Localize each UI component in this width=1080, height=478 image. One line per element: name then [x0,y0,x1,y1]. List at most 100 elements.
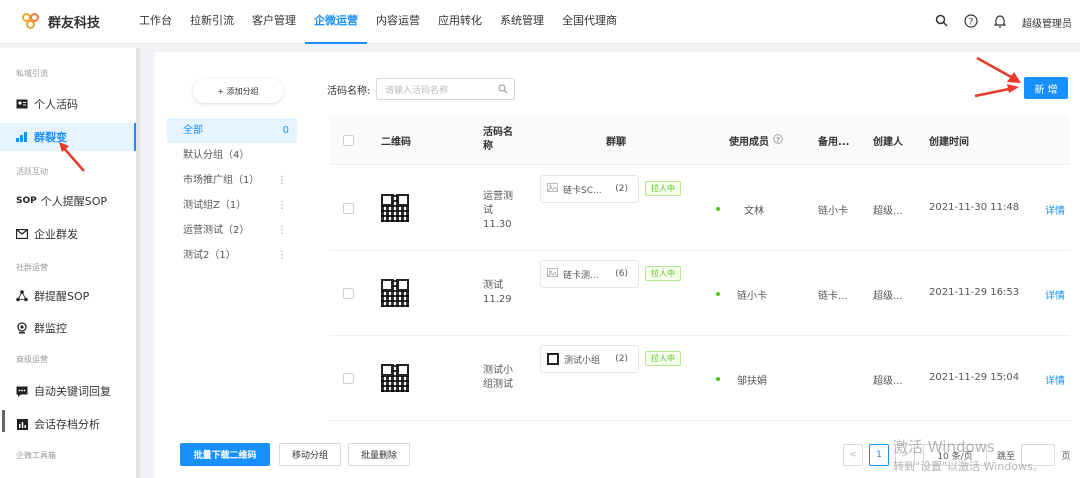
bell-icon[interactable] [993,14,1007,31]
select-all-checkbox[interactable] [343,115,354,165]
column-header-remark: 备用... [818,136,850,148]
prev-page-button[interactable]: < [843,444,863,466]
detail-link[interactable]: 详情 [1045,372,1065,387]
sidebar-section-label: 私域引流 [16,69,48,78]
more-menu-icon[interactable]: ⋮ [277,168,287,193]
nav-item-acquisition[interactable]: 拉新引流 [181,0,243,44]
table-header: 二维码 活码名称 群聊 使用成员 ? 备用... 创建人 创建时间 [329,115,1070,165]
user-name[interactable]: 超级管理员 [1022,15,1072,30]
qr-code-image[interactable] [381,279,409,307]
group-label: 全部 [183,125,203,136]
more-menu-icon[interactable]: ⋮ [277,193,287,218]
column-header-member: 使用成员 ? [729,115,783,165]
column-header-creator: 创建人 [873,136,903,148]
sidebar-item-label: 企业群发 [34,228,78,241]
bar-chart-icon [16,131,28,143]
help-icon[interactable]: ? [964,13,978,31]
nav-item-agents[interactable]: 全国代理商 [553,0,626,44]
move-group-button[interactable]: 移动分组 [279,443,341,466]
qr-code-image[interactable] [381,364,409,392]
group-item[interactable]: 市场推广组（1） ⋮ [167,168,297,193]
search-input[interactable]: 请输入活码名称 [376,78,515,100]
main-card: + 添加分组 全部 0 默认分组（4） 市场推广组（1） ⋮ 测试组Z（1） ⋮… [155,52,1080,478]
sidebar-item-group-monitor[interactable]: 群监控 [0,314,136,342]
search-icon[interactable] [935,14,948,30]
online-status-dot [716,207,720,211]
windows-activation-watermark: 激活 Windows [893,438,995,456]
sidebar: 私域引流 个人活码 群裂变 活跃互动 SOP 个人提醒SOP 企业群发 社群运营… [0,48,136,478]
top-right-tools: ? 超级管理员 [935,0,1072,44]
nav-item-workbench[interactable]: 工作台 [130,0,181,44]
logo-icon [22,12,40,31]
group-item[interactable]: 测试2（1） ⋮ [167,243,297,268]
sidebar-item-chat-archive[interactable]: 会话存档分析 [0,410,136,438]
nav-item-wecom-ops[interactable]: 企微运营 [305,0,367,44]
column-header-qr: 二维码 [381,136,411,148]
group-item[interactable]: 默认分组（4） [167,143,297,168]
member-name: 邹扶娟 [737,376,767,387]
search-icon[interactable] [498,84,508,97]
detail-link[interactable]: 详情 [1045,202,1065,217]
brand-logo[interactable]: 群友科技 [22,12,100,31]
windows-activation-hint: 转到"设置"以激活 Windows。 [893,460,1044,473]
batch-delete-button[interactable]: 批量删除 [348,443,410,466]
table-row: 运营测试11.30 链卡SC... (2) 拉人中 文林 链小卡 超级... 2… [329,166,1070,251]
add-group-button[interactable]: + 添加分组 [193,79,283,103]
group-item[interactable]: 运营测试（2） ⋮ [167,218,297,243]
search-placeholder: 请输入活码名称 [385,86,449,96]
group-count: 0 [282,125,289,136]
nav-item-customers[interactable]: 客户管理 [243,0,305,44]
sidebar-scrollbar[interactable] [136,48,140,478]
row-checkbox[interactable] [343,203,354,214]
group-chat-chip[interactable]: 链卡SC... (2) [540,175,639,203]
help-icon[interactable]: ? [773,133,783,147]
group-chat-count: (2) [615,184,628,194]
group-chat-count: (2) [615,354,628,364]
code-name: 测试11.29 [483,280,512,305]
nav-item-content-ops[interactable]: 内容运营 [367,0,429,44]
remark-text: 链卡... [818,291,848,302]
sidebar-item-personal-sop[interactable]: SOP 个人提醒SOP [0,187,136,215]
more-menu-icon[interactable]: ⋮ [277,243,287,268]
svg-text:?: ? [969,17,974,27]
group-list: 全部 0 默认分组（4） 市场推广组（1） ⋮ 测试组Z（1） ⋮ 运营测试（2… [167,118,297,268]
group-label: 默认分组（4） [183,150,250,161]
online-status-dot [716,377,720,381]
sidebar-section-label: 商级运营 [16,355,48,364]
brand-name: 群友科技 [48,16,101,31]
remark-text: 链小卡 [818,206,848,217]
group-label: 测试组Z（1） [183,200,247,211]
status-badge: 拉人中 [645,181,681,196]
created-time: 2021-11-29 15:04 [929,372,1020,383]
group-chat-chip[interactable]: 测试小组 (2) [540,345,639,373]
nav-item-system[interactable]: 系统管理 [491,0,553,44]
group-chat-count: (6) [615,269,628,279]
code-name: 运营测试11.30 [483,191,513,230]
batch-download-qr-button[interactable]: 批量下载二维码 [180,443,270,466]
sidebar-item-personal-code[interactable]: 个人活码 [0,90,136,118]
qr-code-image[interactable] [381,194,409,222]
red-arrow-annotation [974,56,1021,98]
created-time: 2021-11-29 16:53 [929,287,1020,298]
top-bar: 群友科技 工作台 拉新引流 客户管理 企微运营 内容运营 应用转化 系统管理 全… [0,0,1080,44]
nav-item-app-conversion[interactable]: 应用转化 [429,0,491,44]
row-checkbox[interactable] [343,373,354,384]
group-chat-chip[interactable]: 链卡测... (6) [540,260,639,288]
camera-icon [16,322,28,334]
page-number-button[interactable]: 1 [869,444,889,466]
new-button[interactable]: 新 增 [1024,77,1068,99]
group-item[interactable]: 测试组Z（1） ⋮ [167,193,297,218]
more-menu-icon[interactable]: ⋮ [277,218,287,243]
sidebar-item-broadcast[interactable]: 企业群发 [0,220,136,248]
detail-link[interactable]: 详情 [1045,287,1065,302]
sidebar-item-label: 群提醒SOP [34,290,90,303]
group-item-all[interactable]: 全部 0 [167,118,297,143]
row-checkbox[interactable] [343,288,354,299]
sidebar-item-label: 自动关键词回复 [34,385,111,398]
send-mail-icon [16,228,28,240]
column-header-member-label: 使用成员 [729,136,769,148]
id-card-icon [16,98,28,110]
creator-name: 超级... [873,206,903,217]
sidebar-item-auto-reply[interactable]: 自动关键词回复 [0,377,136,405]
sidebar-item-group-sop[interactable]: 群提醒SOP [0,282,136,310]
